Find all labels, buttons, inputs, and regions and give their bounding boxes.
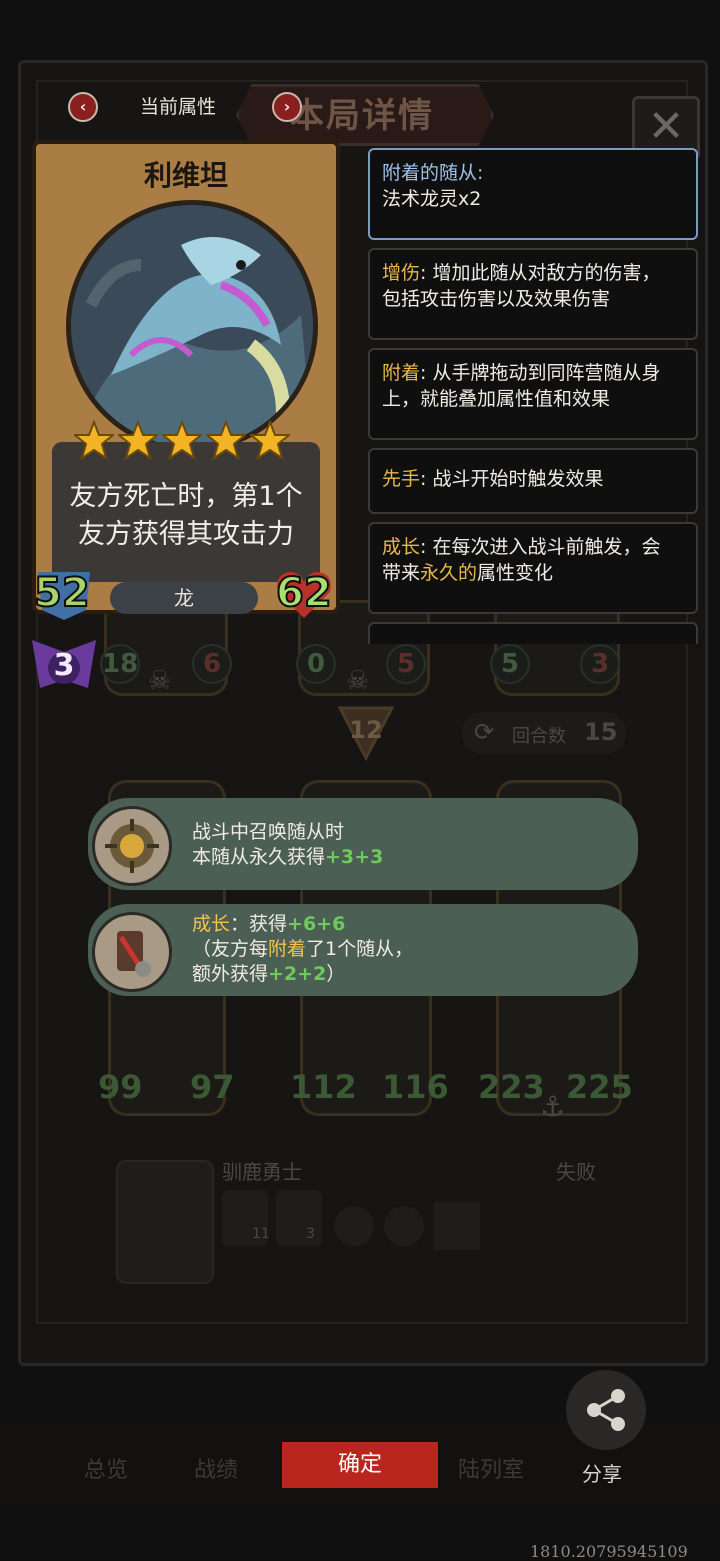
summon-effect-icon bbox=[92, 806, 172, 886]
card-name: 利维坦 bbox=[143, 159, 228, 192]
keyword-label: 先手 bbox=[382, 468, 421, 490]
round-label: 回合数 bbox=[512, 726, 566, 747]
star-icon bbox=[162, 420, 202, 460]
description-line: 友方获得其攻击力 bbox=[78, 519, 294, 550]
anchor-icon: ⚓ bbox=[540, 1090, 566, 1123]
keyword-panel-first-strike: 先手: 战斗开始时触发效果 bbox=[368, 448, 698, 514]
tooltip-line: （友方每 bbox=[192, 938, 269, 960]
keyword-label: 增伤 bbox=[382, 262, 421, 284]
refresh-icon: ⟳ bbox=[474, 718, 495, 746]
mini-card bbox=[276, 1190, 322, 1246]
keyword-panel-growth: 成长: 在每次进入战斗前触发，会 带来永久的属性变化 bbox=[368, 522, 698, 614]
build-version: 1810.20795945109 bbox=[530, 1542, 688, 1561]
star-rating bbox=[74, 420, 304, 466]
tooltip-line: 了1个随从， bbox=[306, 938, 414, 960]
attack-value: 112 bbox=[290, 1068, 357, 1106]
attach-label: 附着 bbox=[268, 938, 307, 960]
coin-value: 12 bbox=[349, 716, 383, 744]
keyword-text: 上，就能叠加属性值和效果 bbox=[382, 388, 611, 410]
keyword-highlight: 永久的 bbox=[420, 562, 478, 584]
keyword-label: 成长 bbox=[382, 536, 421, 558]
growth-label: 成长 bbox=[192, 913, 231, 935]
attached-minions-panel: 附着的随从: 法术龙灵x2 bbox=[368, 148, 698, 240]
attack-value: 99 bbox=[98, 1068, 143, 1106]
tab-overview[interactable]: 总览 bbox=[84, 1452, 128, 1484]
stat-bonus: +3+3 bbox=[325, 846, 384, 868]
tooltip-line: ：获得 bbox=[230, 913, 288, 935]
keyword-text: : 增加此随从对敌方的伤害， bbox=[420, 262, 661, 284]
minion-card: 利维坦 友方死亡时，第1个 友方获得其攻击力 bbox=[24, 140, 342, 620]
attack-value: 5 bbox=[490, 644, 530, 684]
chevron-left-icon[interactable]: ‹ bbox=[68, 92, 98, 122]
confirm-button[interactable]: 确定 bbox=[282, 1442, 438, 1488]
health-value: 3 bbox=[580, 644, 620, 684]
chevron-right-icon[interactable]: › bbox=[272, 92, 302, 122]
attack-value: 52 bbox=[33, 569, 91, 617]
battle-result: 失败 bbox=[556, 1160, 596, 1184]
effect-tooltip: 战斗中召唤随从时 本随从永久获得+3+3 bbox=[88, 798, 638, 890]
description-line: 友方死亡时，第1个 bbox=[69, 481, 303, 512]
card-description: 友方死亡时，第1个 友方获得其攻击力 bbox=[52, 478, 320, 554]
mini-item bbox=[384, 1206, 424, 1246]
mini-item bbox=[334, 1206, 374, 1246]
keyword-label: 附着 bbox=[382, 362, 421, 384]
tab-record[interactable]: 战绩 bbox=[194, 1452, 238, 1484]
keyword-text: : 在每次进入战斗前触发，会 bbox=[420, 536, 661, 558]
tooltip-line: 本随从永久获得 bbox=[192, 846, 326, 868]
health-value: 225 bbox=[566, 1068, 633, 1106]
health-value: 116 bbox=[382, 1068, 449, 1106]
skull-icon: ☠ bbox=[346, 666, 370, 696]
share-icon bbox=[587, 1389, 625, 1431]
stat-bonus: +2+2 bbox=[268, 963, 327, 985]
mini-badge: 11 bbox=[252, 1226, 270, 1242]
keyword-label: 附着的随从: bbox=[382, 162, 484, 184]
close-icon: ✕ bbox=[647, 101, 685, 152]
round-value: 15 bbox=[584, 718, 618, 746]
keyword-text: : 战斗开始时触发效果 bbox=[420, 468, 604, 490]
share-button[interactable] bbox=[566, 1370, 646, 1450]
keyword-panel-attach: 附着: 从手牌拖动到同阵营随从身 上，就能叠加属性值和效果 bbox=[368, 348, 698, 440]
leviathan-portrait bbox=[66, 200, 318, 452]
keyword-text: 法术龙灵x2 bbox=[382, 188, 482, 210]
star-icon bbox=[206, 420, 246, 460]
health-value: 6 bbox=[192, 644, 232, 684]
keyword-panel-damage-boost: 增伤: 增加此随从对敌方的伤害， 包括攻击伤害以及效果伤害 bbox=[368, 248, 698, 340]
book-icon bbox=[434, 1202, 480, 1250]
tab-exhibit[interactable]: 陆列室 bbox=[458, 1452, 524, 1484]
tier-value: 3 bbox=[53, 648, 75, 683]
tooltip-line: ） bbox=[326, 963, 346, 985]
attack-value: 0 bbox=[296, 644, 336, 684]
keyword-panel-overflow bbox=[368, 622, 698, 644]
keyword-text: 包括攻击伤害以及效果伤害 bbox=[382, 288, 611, 310]
tooltip-line: 额外获得 bbox=[192, 963, 269, 985]
star-icon bbox=[74, 420, 114, 460]
mini-badge: 3 bbox=[306, 1226, 315, 1242]
opponent-portrait bbox=[116, 1160, 214, 1284]
health-value: 62 bbox=[275, 569, 333, 617]
share-label[interactable]: 分享 bbox=[582, 1458, 622, 1487]
current-attributes-label[interactable]: 当前属性 bbox=[140, 92, 216, 119]
tooltip-line: 战斗中召唤随从时 bbox=[192, 821, 345, 843]
attack-value: 18 bbox=[100, 644, 140, 684]
attack-value: 223 bbox=[478, 1068, 545, 1106]
star-icon bbox=[118, 420, 158, 460]
keyword-text: 带来 bbox=[382, 562, 421, 584]
growth-effect-icon bbox=[92, 912, 172, 992]
skull-icon: ☠ bbox=[148, 666, 172, 696]
growth-tooltip: 成长：获得+6+6 （友方每附着了1个随从， 额外获得+2+2） bbox=[88, 904, 638, 996]
star-icon bbox=[250, 420, 290, 460]
opponent-name: 驯鹿勇士 bbox=[222, 1160, 302, 1184]
tribe-badge: 龙 bbox=[110, 582, 258, 614]
health-value: 97 bbox=[190, 1068, 235, 1106]
stat-bonus: +6+6 bbox=[287, 913, 346, 935]
health-value: 5 bbox=[386, 644, 426, 684]
keyword-text: : 从手牌拖动到同阵营随从身 bbox=[420, 362, 661, 384]
keyword-text: 属性变化 bbox=[477, 562, 554, 584]
